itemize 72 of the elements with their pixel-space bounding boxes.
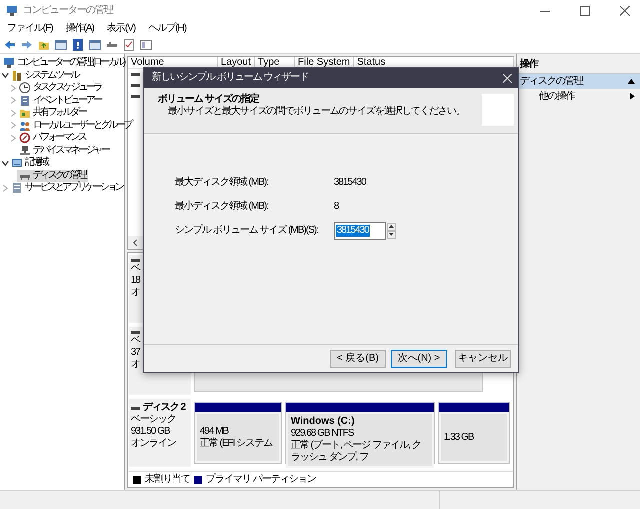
tree-item[interactable]: 記憶域 xyxy=(9,157,50,170)
wizard-button[interactable]: < 戻る(B) xyxy=(330,350,386,368)
action-item[interactable]: 他の操作 xyxy=(517,89,640,104)
tree-item[interactable]: ディスクの管理 xyxy=(17,170,88,182)
field-label: シンプル ボリューム サイズ (MB)(S): xyxy=(175,224,320,236)
tree-item[interactable]: イベント ビューアー xyxy=(17,94,103,107)
tree-item[interactable]: ローカル ユーザーとグループ xyxy=(17,120,133,132)
server-icon xyxy=(11,182,23,194)
tree-item[interactable]: デバイス マネージャー xyxy=(17,144,110,157)
panel-icon[interactable] xyxy=(140,38,152,50)
menu-item[interactable]: ヘルプ(H) xyxy=(147,23,188,35)
collapse-arrow-icon[interactable] xyxy=(628,79,635,84)
tree-item[interactable]: パフォーマンス xyxy=(17,132,88,144)
menu-item[interactable]: ファイル(F) xyxy=(6,23,54,35)
log-icon xyxy=(19,94,31,107)
disk-info: オンライン xyxy=(131,438,177,450)
caret-up-icon xyxy=(389,225,394,228)
disk-name: ディスク 2 xyxy=(143,402,186,414)
disk-info: ベ xyxy=(131,263,142,275)
maximize-icon[interactable] xyxy=(580,6,590,16)
storage-icon xyxy=(11,157,23,170)
partition-info: 正常 (ブート, ページ ファイル, クラッシュ ダンプ, フ xyxy=(291,440,422,464)
partition-info: 正常 (EFI システム xyxy=(200,438,274,450)
size-spin-field[interactable]: 3815430 xyxy=(334,222,386,240)
legend-label: プライマリ パーティション xyxy=(206,474,316,486)
partition-info: 1.33 GB xyxy=(444,432,476,444)
disk-info: 18 xyxy=(131,275,142,287)
window-title: コンピューターの管理 xyxy=(23,5,113,17)
disk-info: 37 xyxy=(131,347,142,359)
field-label: 最小ディスク領域 (MB): xyxy=(175,200,270,212)
tree-item[interactable]: タスク スケジューラ xyxy=(17,82,103,94)
submenu-arrow-icon[interactable] xyxy=(630,93,635,100)
legend-label: 未割り当て xyxy=(145,474,190,486)
field-value: 3815430 xyxy=(334,176,366,188)
forward-icon[interactable] xyxy=(21,38,33,50)
computer-icon xyxy=(3,57,15,70)
tree-item[interactable]: 共有フォルダー xyxy=(17,107,88,120)
window-icon[interactable] xyxy=(55,38,67,50)
disk-info: ベ xyxy=(131,335,142,347)
dialog-heading: ボリューム サイズの指定 xyxy=(158,94,260,106)
wizard-button[interactable]: 次へ(N) > xyxy=(391,350,447,368)
device-icon xyxy=(19,144,31,157)
disk-info: オ xyxy=(131,359,141,371)
disk-info: 931.50 GB xyxy=(131,426,172,438)
menu-item[interactable]: 操作(A) xyxy=(64,23,96,35)
checklist-icon[interactable] xyxy=(123,38,135,50)
field-label: 最大ディスク領域 (MB): xyxy=(175,176,270,188)
disk-info: オ xyxy=(131,287,141,299)
collapse-icon[interactable] xyxy=(2,72,8,80)
menu-item[interactable]: 表示(V) xyxy=(106,23,136,35)
close-icon[interactable] xyxy=(620,6,630,16)
scroll-left-icon[interactable] xyxy=(132,238,138,246)
computer-icon xyxy=(6,5,18,17)
action-item[interactable]: ディスクの管理 xyxy=(517,74,640,89)
window-icon[interactable] xyxy=(89,38,101,50)
wizard-button[interactable]: キャンセル xyxy=(455,350,511,368)
partition-title: Windows (C:) xyxy=(291,416,355,427)
dialog-title: 新しいシンプル ボリューム ウィザード xyxy=(152,72,309,84)
tree-item[interactable]: システム ツール xyxy=(9,70,80,82)
tree-item[interactable]: サービスとアプリケーション xyxy=(9,182,124,194)
users-icon xyxy=(19,120,31,132)
partition-info: 494 MB xyxy=(200,426,230,438)
spin-up-button[interactable] xyxy=(387,222,396,230)
folder-icon xyxy=(19,107,31,120)
tree-item[interactable]: コンピューターの管理 (ローカル) xyxy=(1,57,126,70)
disk-info: ベーシック xyxy=(131,414,177,426)
partition-info: 929.68 GB NTFS xyxy=(291,428,356,440)
clock-icon xyxy=(19,82,31,94)
collapse-icon[interactable] xyxy=(2,160,8,167)
field-value: 8 xyxy=(334,200,339,212)
back-icon[interactable] xyxy=(4,38,16,50)
dialog-subtitle: 最小サイズと最大サイズの間でボリュームのサイズを選択してください。 xyxy=(167,106,466,118)
